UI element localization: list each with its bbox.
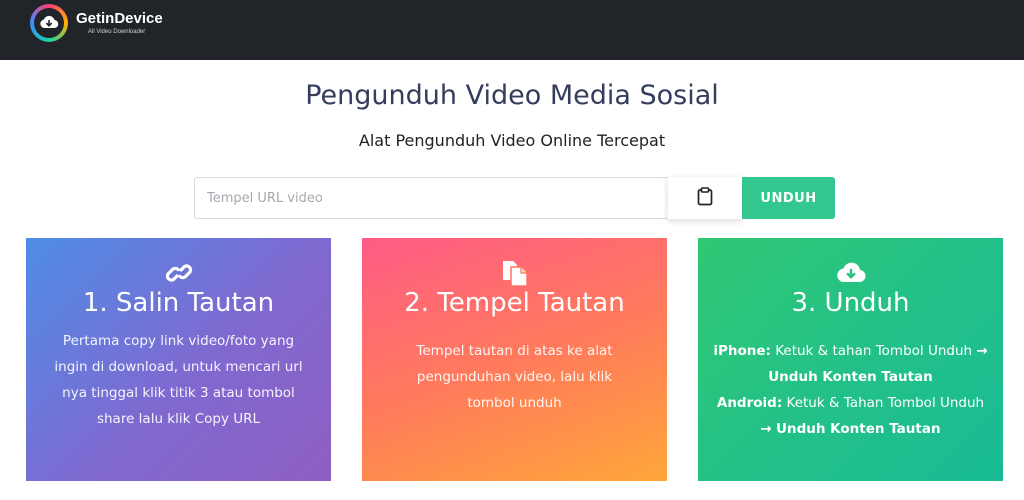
step-text: Tempel tautan di atas ke alat pengunduha… [416, 343, 613, 411]
android-label: Android: [716, 395, 783, 411]
logo-ring [30, 4, 68, 42]
download-button[interactable]: UNDUH [742, 177, 835, 219]
step-card-copy-link: 1. Salin Tautan Pertama copy link video/… [26, 238, 331, 481]
android-action: Unduh Konten Tautan [776, 421, 941, 437]
step-title: 3. Unduh [791, 288, 910, 318]
step-title: 2. Tempel Tautan [404, 288, 625, 318]
page-subtitle: Alat Pengunduh Video Online Tercepat [358, 131, 666, 150]
cloud-download-icon [34, 8, 64, 38]
brand-text: GetinDevice All Video Downloader [76, 11, 163, 35]
step-card-paste-link: 2. Tempel Tautan Tempel tautan di atas k… [362, 238, 667, 481]
iphone-instruction: Ketuk & tahan Tombol Unduh [775, 343, 973, 359]
brand-name: GetinDevice [76, 10, 163, 27]
step-card-download: 3. Unduh iPhone: Ketuk & tahan Tombol Un… [698, 238, 1003, 481]
url-input[interactable] [194, 177, 668, 219]
paste-files-icon [362, 258, 667, 288]
step-text: Pertama copy link video/foto yang ingin … [54, 333, 303, 427]
clipboard-icon [697, 187, 713, 209]
paste-button[interactable] [668, 177, 742, 219]
step-title: 1. Salin Tautan [82, 288, 275, 318]
iphone-label: iPhone: [713, 343, 771, 359]
arrow: → [976, 343, 988, 359]
arrow: → [760, 421, 772, 437]
step-text: iPhone: Ketuk & tahan Tombol Unduh → Und… [713, 338, 988, 442]
brand-logo[interactable]: GetinDevice All Video Downloader [30, 4, 163, 42]
page-title: Pengunduh Video Media Sosial [305, 80, 719, 111]
iphone-action: Unduh Konten Tautan [768, 369, 933, 385]
link-icon [26, 258, 331, 288]
navbar: GetinDevice All Video Downloader [0, 0, 1024, 60]
android-instruction: Ketuk & Tahan Tombol Unduh [786, 395, 985, 411]
brand-tagline: All Video Downloader [88, 29, 146, 35]
cloud-download-icon [698, 258, 1003, 288]
